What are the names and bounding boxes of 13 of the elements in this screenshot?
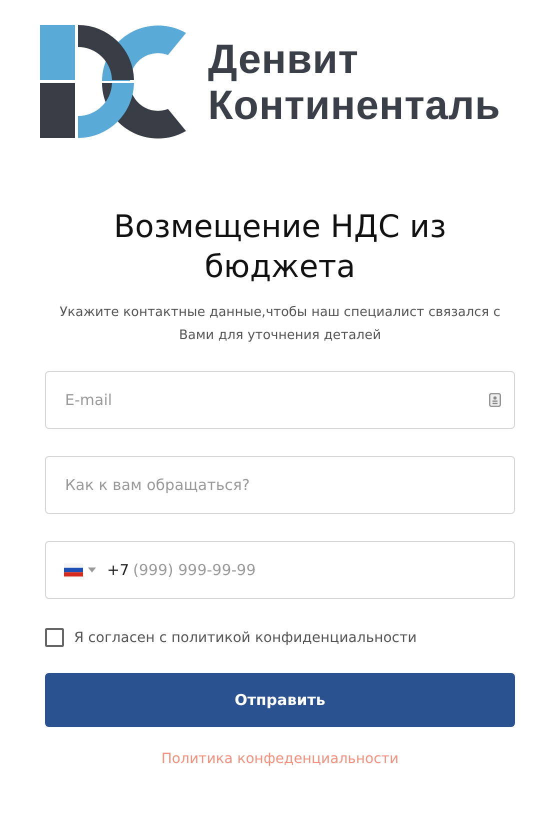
caret-icon[interactable] <box>88 568 96 572</box>
phone-prefix: +7 <box>107 561 130 579</box>
contact-card-icon[interactable] <box>489 393 501 407</box>
form-subtitle: Укажите контактные данные,чтобы наш специалист связался с Вами для уточнения деталей <box>58 304 502 345</box>
form-title: Возмещение НДС из бюджета <box>112 208 448 287</box>
brand-name: Денвит <box>208 36 359 82</box>
submit-button[interactable]: Отправить <box>45 673 515 727</box>
consent-label: Я согласен с политикой конфиденциальности <box>74 630 417 646</box>
name-field[interactable]: Как к вам обращаться? <box>45 456 515 514</box>
brand-name: Континенталь <box>208 82 501 128</box>
email-field[interactable]: E-mail <box>45 371 515 429</box>
consent-checkbox[interactable] <box>45 628 64 647</box>
flag-icon[interactable] <box>64 564 83 576</box>
